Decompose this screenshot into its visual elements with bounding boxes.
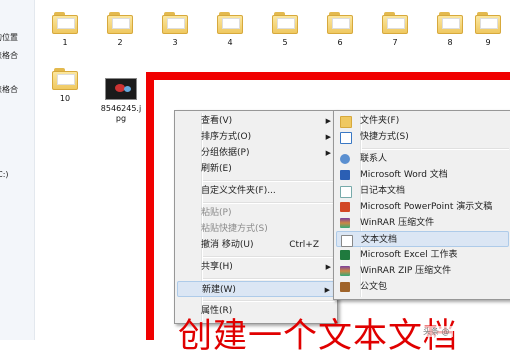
folder-item[interactable]: 1 xyxy=(43,12,87,48)
folder-item[interactable]: 5 xyxy=(263,12,307,48)
folder-label: 10 xyxy=(59,94,71,103)
folder-icon xyxy=(272,12,298,34)
submenu-item-text-doc[interactable]: 文本文档 xyxy=(336,231,509,247)
folder-item[interactable]: 2 xyxy=(98,12,142,48)
submenu-item-powerpoint[interactable]: Microsoft PowerPoint 演示文稿 xyxy=(336,199,509,215)
folder-label: 5 xyxy=(282,38,288,47)
folder-item[interactable]: 6 xyxy=(318,12,362,48)
folder-item[interactable]: 10 xyxy=(43,68,87,104)
menu-item-share[interactable]: 共享(H) ▶ xyxy=(177,259,335,275)
folder-icon xyxy=(162,12,188,34)
watermark: 头条 @ xyxy=(420,326,453,337)
menu-item-view[interactable]: 查看(V) ▶ xyxy=(177,113,335,129)
navigation-pane: 的位置 表格合 表格合 (C:) xyxy=(0,0,35,340)
menu-item-customize[interactable]: 自定义文件夹(F)... xyxy=(177,183,335,199)
folder-icon xyxy=(52,68,78,90)
menu-item-group[interactable]: 分组依据(P) ▶ xyxy=(177,145,335,161)
folder-item[interactable]: 9 xyxy=(466,12,510,48)
folder-label: 6 xyxy=(337,38,343,47)
excel-icon xyxy=(340,250,350,260)
folder-item[interactable]: 7 xyxy=(373,12,417,48)
text-doc-icon xyxy=(341,235,353,247)
submenu-item-excel[interactable]: Microsoft Excel 工作表 xyxy=(336,247,509,263)
folder-icon xyxy=(217,12,243,34)
submenu-item-winrar-zip[interactable]: WinRAR ZIP 压缩文件 xyxy=(336,263,509,279)
arrow-right-icon: ▶ xyxy=(325,263,331,271)
menu-item-sort[interactable]: 排序方式(O) ▶ xyxy=(177,129,335,145)
arrow-right-icon: ▶ xyxy=(325,117,331,125)
arrow-right-icon: ▶ xyxy=(324,286,330,294)
folder-label: 4 xyxy=(227,38,233,47)
folder-label: 7 xyxy=(392,38,398,47)
submenu-item-word[interactable]: Microsoft Word 文档 xyxy=(336,167,509,183)
nav-item-table-2[interactable]: 表格合 xyxy=(0,84,18,95)
submenu-item-journal[interactable]: 日记本文档 xyxy=(336,183,509,199)
submenu-item-folder[interactable]: 文件夹(F) xyxy=(336,113,509,129)
menu-item-refresh[interactable]: 刷新(E) xyxy=(177,161,335,177)
folder-item[interactable]: 3 xyxy=(153,12,197,48)
new-submenu: 文件夹(F) 快捷方式(S) 联系人 Microsoft Word 文档 日记本… xyxy=(333,110,510,300)
submenu-item-contact[interactable]: 联系人 xyxy=(336,151,509,167)
menu-item-paste[interactable]: 粘贴(P) xyxy=(177,205,335,221)
image-thumbnail xyxy=(105,78,137,100)
journal-icon xyxy=(340,186,352,198)
folder-icon xyxy=(382,12,408,34)
submenu-item-shortcut[interactable]: 快捷方式(S) xyxy=(336,129,509,145)
folder-icon xyxy=(327,12,353,34)
arrow-right-icon: ▶ xyxy=(325,133,331,141)
submenu-item-winrar[interactable]: WinRAR 压缩文件 xyxy=(336,215,509,231)
undo-shortcut: Ctrl+Z xyxy=(289,240,319,250)
folder-item[interactable]: 4 xyxy=(208,12,252,48)
powerpoint-icon xyxy=(340,202,350,212)
word-doc-icon xyxy=(340,170,350,180)
folder-label: 9 xyxy=(485,38,491,47)
menu-item-new[interactable]: 新建(W) ▶ xyxy=(177,281,335,297)
nav-item-drive-c[interactable]: (C:) xyxy=(0,170,9,179)
context-menu: 查看(V) ▶ 排序方式(O) ▶ 分组依据(P) ▶ 刷新(E) 自定义文件夹(F)… xyxy=(174,110,338,324)
arrow-right-icon: ▶ xyxy=(325,149,331,157)
image-file-item[interactable]: 8546245.j pg xyxy=(96,78,146,124)
menu-item-paste-shortcut[interactable]: 粘贴快捷方式(S) xyxy=(177,221,335,237)
folder-icon xyxy=(475,12,501,34)
winrar-icon xyxy=(340,218,350,228)
briefcase-icon xyxy=(340,282,350,292)
submenu-item-briefcase[interactable]: 公文包 xyxy=(336,279,509,295)
folder-icon xyxy=(437,12,463,34)
folder-label: 2 xyxy=(117,38,123,47)
contact-icon xyxy=(340,154,350,164)
folder-label: 3 xyxy=(172,38,178,47)
folder-icon xyxy=(340,116,352,128)
shortcut-icon xyxy=(340,132,352,144)
winrar-zip-icon xyxy=(340,266,350,276)
image-file-label: 8546245.j pg xyxy=(100,104,142,123)
annotation-text: 创建一个文本文档 xyxy=(178,316,458,356)
folder-label: 1 xyxy=(62,38,68,47)
folder-icon xyxy=(107,12,133,34)
folder-icon xyxy=(52,12,78,34)
nav-item-location[interactable]: 的位置 xyxy=(0,32,18,43)
menu-item-undo-move[interactable]: 撤消 移动(U) Ctrl+Z xyxy=(177,237,335,253)
nav-item-table-1[interactable]: 表格合 xyxy=(0,50,18,61)
